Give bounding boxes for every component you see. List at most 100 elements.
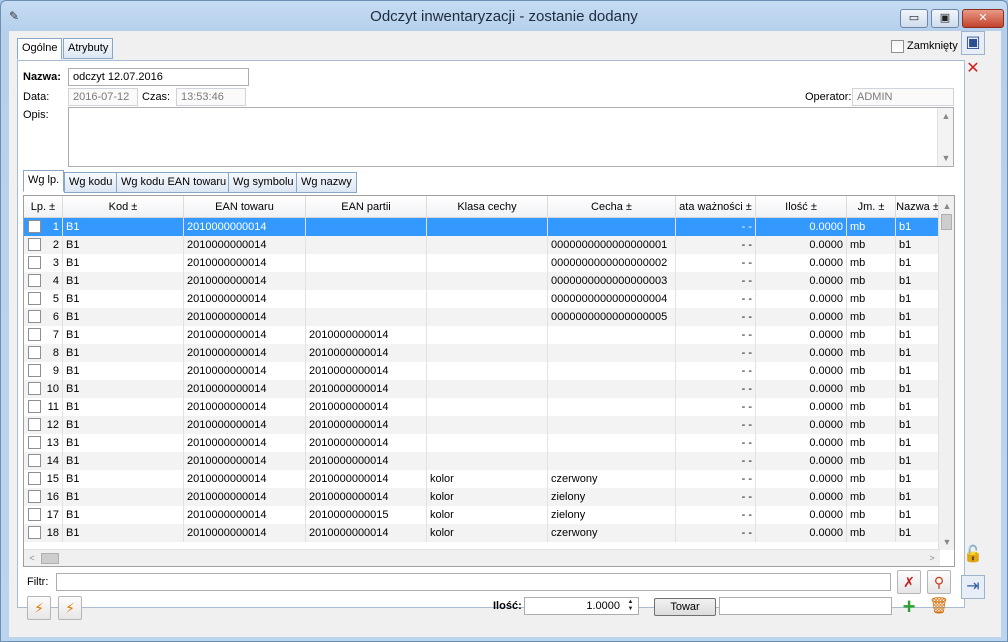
table-row[interactable]: 5 B1 2010000000014 0000000000000000004- -0.…: [24, 290, 940, 308]
tab-attributes[interactable]: Atrybuty: [63, 38, 114, 59]
column-header[interactable]: EAN partii: [306, 196, 427, 218]
table-cell: B1: [63, 506, 184, 524]
close-button[interactable]: ✕: [962, 9, 1004, 28]
table-cell: - -: [676, 254, 756, 272]
pin-icon[interactable]: ⇥: [961, 575, 985, 599]
column-header[interactable]: ata ważności ±: [676, 196, 756, 218]
table-cell: 0.0000: [756, 524, 847, 542]
row-checkbox[interactable]: [28, 436, 41, 449]
row-number: 7: [52, 329, 59, 341]
table-row[interactable]: 17 B1 2010000000014 2010000000015 kolor zielo…: [24, 506, 940, 524]
product-input[interactable]: [719, 597, 892, 615]
row-checkbox[interactable]: [28, 292, 41, 305]
row-checkbox[interactable]: [28, 274, 41, 287]
quantity-spin-icon[interactable]: ▲ ▼: [624, 599, 637, 613]
row-checkbox[interactable]: [28, 328, 41, 341]
tab-by-code[interactable]: Wg kodu: [64, 172, 118, 193]
table-cell: b1: [896, 236, 940, 254]
table-row[interactable]: 9 B1 2010000000014 2010000000014- -0.0000 mb…: [24, 362, 940, 380]
scroll-down-icon[interactable]: ▼: [938, 150, 954, 166]
items-grid[interactable]: Lp. ± Kod ± EAN towaru EAN partii Klasa cech…: [23, 195, 955, 567]
delete-icon[interactable]: 🗑: [927, 595, 951, 619]
row-number: 12: [46, 419, 59, 431]
description-scrollbar[interactable]: ▲ ▼: [937, 108, 953, 166]
filter-builder-icon[interactable]: ⚲: [927, 570, 951, 594]
lightning-icon[interactable]: ⚡: [27, 596, 51, 620]
table-row[interactable]: 10 B1 2010000000014 2010000000014- -0.0000 m…: [24, 380, 940, 398]
table-cell: 2010000000014: [306, 380, 427, 398]
row-checkbox[interactable]: [28, 472, 41, 485]
maximize-button[interactable]: ▣: [931, 9, 959, 28]
row-checkbox[interactable]: [28, 526, 41, 539]
table-row[interactable]: 15 B1 2010000000014 2010000000014 kolor czerw…: [24, 470, 940, 488]
tab-by-symbol[interactable]: Wg symbolu: [228, 172, 299, 193]
tab-by-lp[interactable]: Wg lp.: [23, 170, 65, 192]
tab-by-ean[interactable]: Wg kodu EAN towaru: [116, 172, 232, 193]
title-bar[interactable]: ✎ Odczyt inwentaryzacji - zostanie dodan…: [1, 1, 1007, 31]
table-row[interactable]: 6 B1 2010000000014 0000000000000000005- -0.…: [24, 308, 940, 326]
table-row[interactable]: 13 B1 2010000000014 2010000000014- -0.0000 m…: [24, 434, 940, 452]
grid-scroll-right-icon[interactable]: >: [924, 550, 940, 566]
grid-scroll-left-icon[interactable]: <: [24, 550, 40, 566]
scroll-up-icon[interactable]: ▲: [938, 108, 954, 124]
column-header[interactable]: Nazwa ±: [896, 196, 940, 218]
table-row[interactable]: 12 B1 2010000000014 2010000000014- -0.0000 m…: [24, 416, 940, 434]
date-field: 2016-07-12: [68, 88, 138, 106]
table-row[interactable]: 11 B1 2010000000014 2010000000014- -0.0000 m…: [24, 398, 940, 416]
column-header[interactable]: Ilość ±: [756, 196, 847, 218]
row-checkbox[interactable]: [28, 220, 41, 233]
filter-combobox[interactable]: [56, 573, 891, 591]
grid-scroll-up-icon[interactable]: ▲: [939, 198, 954, 214]
row-checkbox[interactable]: [28, 238, 41, 251]
table-row[interactable]: 1 B1 2010000000014 - -0.0000 mb b1: [24, 218, 940, 236]
save-icon[interactable]: ▣: [961, 31, 985, 55]
description-textarea[interactable]: ▲ ▼: [68, 107, 954, 167]
tab-general[interactable]: Ogólne: [17, 38, 63, 60]
row-checkbox[interactable]: [28, 400, 41, 413]
clear-filter-icon[interactable]: ✗: [897, 570, 921, 594]
lightning-zero-icon[interactable]: ⚡: [58, 596, 82, 620]
row-checkbox[interactable]: [28, 418, 41, 431]
quantity-label: Ilość:: [493, 600, 522, 612]
quantity-stepper[interactable]: 1.0000 ▲ ▼: [524, 597, 639, 615]
column-header[interactable]: Jm. ±: [847, 196, 896, 218]
table-row[interactable]: 8 B1 2010000000014 2010000000014- -0.0000 mb…: [24, 344, 940, 362]
column-header[interactable]: Lp. ±: [24, 196, 63, 218]
row-checkbox[interactable]: [28, 454, 41, 467]
minimize-button[interactable]: ▭: [900, 9, 928, 28]
table-cell: mb: [847, 290, 896, 308]
row-checkbox[interactable]: [28, 490, 41, 503]
row-checkbox[interactable]: [28, 382, 41, 395]
row-checkbox[interactable]: [28, 346, 41, 359]
grid-scroll-down-icon[interactable]: ▼: [939, 534, 954, 550]
grid-horizontal-thumb[interactable]: [41, 553, 59, 564]
row-checkbox[interactable]: [28, 256, 41, 269]
column-header[interactable]: Kod ±: [63, 196, 184, 218]
grid-vertical-scrollbar[interactable]: ▲ ▼: [938, 196, 954, 550]
column-header[interactable]: Klasa cechy: [427, 196, 548, 218]
table-cell: b1: [896, 506, 940, 524]
closed-checkbox[interactable]: [891, 40, 904, 53]
row-checkbox[interactable]: [28, 364, 41, 377]
table-row[interactable]: 4 B1 2010000000014 0000000000000000003- -0.…: [24, 272, 940, 290]
tab-by-name[interactable]: Wg nazwy: [296, 172, 357, 193]
row-checkbox[interactable]: [28, 310, 41, 323]
grid-vertical-thumb[interactable]: [941, 214, 952, 230]
table-row[interactable]: 18 B1 2010000000014 2010000000014 kolor czerw…: [24, 524, 940, 542]
cancel-icon[interactable]: ✕: [961, 57, 985, 81]
column-header[interactable]: EAN towaru: [184, 196, 306, 218]
table-cell: 7: [24, 326, 63, 344]
product-button[interactable]: Towar: [654, 598, 716, 616]
grid-horizontal-scrollbar[interactable]: < >: [24, 549, 940, 566]
table-row[interactable]: 7 B1 2010000000014 2010000000014- -0.0000 mb…: [24, 326, 940, 344]
table-row[interactable]: 14 B1 2010000000014 2010000000014- -0.0000 m…: [24, 452, 940, 470]
table-row[interactable]: 2 B1 2010000000014 0000000000000000001- -0.…: [24, 236, 940, 254]
name-input[interactable]: odczyt 12.07.2016: [68, 68, 249, 86]
add-icon[interactable]: +: [897, 595, 921, 619]
table-row[interactable]: 3 B1 2010000000014 0000000000000000002- -0.…: [24, 254, 940, 272]
column-header[interactable]: Cecha ±: [548, 196, 676, 218]
table-cell: 2010000000014: [184, 254, 306, 272]
lock-icon[interactable]: 🔓: [961, 543, 985, 567]
table-row[interactable]: 16 B1 2010000000014 2010000000014 kolor zielo…: [24, 488, 940, 506]
row-checkbox[interactable]: [28, 508, 41, 521]
